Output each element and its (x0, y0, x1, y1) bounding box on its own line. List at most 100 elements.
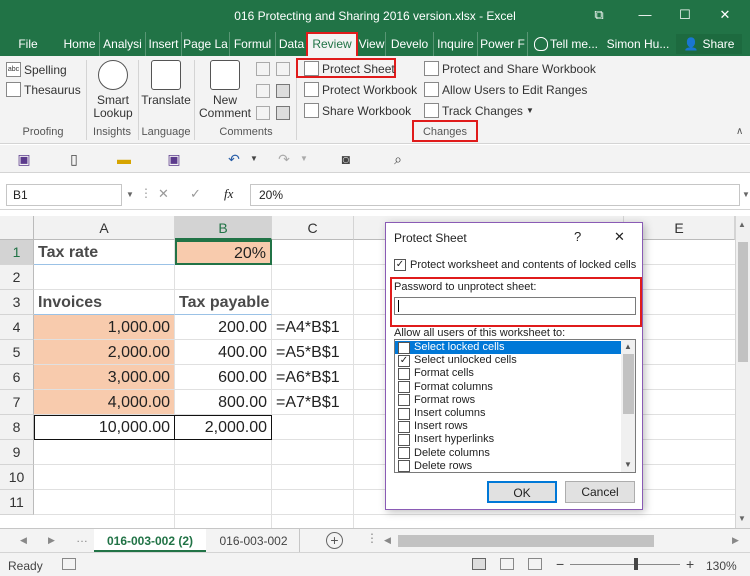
ribbon-display-options-icon[interactable]: ⧉ (588, 4, 610, 26)
checkbox-icon[interactable] (398, 394, 410, 407)
tab-home[interactable]: Home (60, 32, 100, 56)
next-comment-icon[interactable] (276, 62, 290, 76)
show-comment-icon[interactable] (276, 84, 290, 98)
scroll-thumb[interactable] (738, 242, 748, 362)
previous-comment-icon[interactable] (256, 106, 270, 120)
list-item[interactable]: ✓ Select unlocked cells (395, 354, 621, 367)
hscroll-left-icon[interactable]: ◀ (384, 535, 391, 546)
row-header-2[interactable]: 2 (0, 265, 34, 290)
new-comment-button[interactable]: New Comment (198, 60, 252, 120)
row-header-5[interactable]: 5 (0, 340, 34, 365)
tab-data[interactable]: Data (276, 32, 308, 56)
user-account[interactable]: Simon Hu... (606, 32, 670, 56)
cell-a7[interactable]: 4,000.00 (34, 390, 175, 415)
checkbox-icon[interactable] (398, 460, 410, 472)
ok-button[interactable]: OK (487, 481, 557, 503)
row-header-11[interactable]: 11 (0, 490, 34, 515)
vertical-scrollbar[interactable]: ▲ ▼ (735, 216, 750, 528)
expand-formula-icon[interactable]: ▼ (742, 190, 750, 199)
name-box-dropdown-icon[interactable]: ▼ (126, 190, 134, 199)
zoom-slider-thumb[interactable] (634, 558, 638, 570)
cell-a6[interactable]: 3,000.00 (34, 365, 175, 390)
minimize-button[interactable]: — (634, 4, 656, 26)
sheet-tab-active[interactable]: 016-003-002 (2) (94, 529, 206, 553)
cell-b1[interactable]: 20% (175, 240, 272, 265)
cancel-button[interactable]: Cancel (565, 481, 635, 503)
cell-a5[interactable]: 2,000.00 (34, 340, 175, 365)
list-item[interactable]: Insert hyperlinks (395, 433, 621, 446)
redo-dropdown-icon[interactable]: ▼ (296, 151, 312, 167)
translate-button[interactable]: Translate (140, 60, 192, 107)
camera-icon[interactable]: ◙ (338, 151, 354, 167)
show-ink-icon[interactable] (276, 106, 290, 120)
cell-c7[interactable]: =A7*B$1 (272, 390, 354, 415)
tab-page-layout[interactable]: Page La (182, 32, 230, 56)
checkbox-checked-icon[interactable]: ✓ (394, 259, 406, 271)
column-header-b[interactable]: B (175, 216, 272, 240)
sheet-tab-other[interactable]: 016-003-002 (208, 529, 300, 553)
hscroll-right-icon[interactable]: ▶ (732, 535, 739, 546)
list-item[interactable]: Insert rows (395, 420, 621, 433)
list-item[interactable]: Format cells (395, 367, 621, 380)
tab-developer[interactable]: Develo (386, 32, 434, 56)
row-header-7[interactable]: 7 (0, 390, 34, 415)
maximize-button[interactable]: ☐ (674, 4, 696, 26)
tab-file[interactable]: File (8, 32, 48, 56)
row-header-6[interactable]: 6 (0, 365, 34, 390)
cell-c4[interactable]: =A4*B$1 (272, 315, 354, 340)
row-header-10[interactable]: 10 (0, 465, 34, 490)
row-header-1[interactable]: 1 (0, 240, 34, 265)
share-workbook-button[interactable]: Share Workbook (304, 103, 411, 118)
tab-view[interactable]: View (358, 32, 386, 56)
cell-a3[interactable]: Invoices (34, 290, 175, 315)
more-sheets-icon[interactable]: … (76, 531, 88, 545)
name-box[interactable]: B1 (6, 184, 122, 206)
list-item[interactable]: Delete rows (395, 460, 621, 472)
cell-b4[interactable]: 200.00 (175, 315, 272, 340)
zoom-level[interactable]: 130% (706, 559, 737, 573)
cancel-icon[interactable]: ✕ (158, 186, 169, 202)
zoom-out-icon[interactable]: − (556, 556, 564, 572)
formula-input[interactable]: 20% (250, 184, 740, 206)
scroll-up-icon[interactable]: ▲ (738, 220, 746, 229)
redo-icon[interactable]: ↷ (276, 151, 292, 167)
list-item[interactable]: Insert columns (395, 407, 621, 420)
cell-a4[interactable]: 1,000.00 (34, 315, 175, 340)
open-folder-icon[interactable]: ▬ (116, 151, 132, 167)
edit-comment-icon[interactable] (256, 62, 270, 76)
insert-function-icon[interactable]: fx (224, 186, 233, 202)
protect-sheet-button[interactable]: Protect Sheet (304, 61, 395, 76)
scroll-down-icon[interactable]: ▼ (738, 514, 746, 523)
tell-me-box[interactable]: Tell me... (550, 32, 600, 56)
zoom-in-icon[interactable]: + (686, 556, 694, 572)
list-scroll-thumb[interactable] (623, 354, 634, 414)
checkbox-icon[interactable] (398, 381, 410, 394)
page-layout-view-icon[interactable] (500, 558, 514, 570)
list-item[interactable]: Format rows (395, 394, 621, 407)
tab-split-icon[interactable]: ⋮ (366, 531, 378, 545)
cell-b6[interactable]: 600.00 (175, 365, 272, 390)
password-input[interactable] (394, 297, 636, 315)
checkbox-icon[interactable] (398, 447, 410, 460)
dialog-close-icon[interactable]: ✕ (614, 229, 625, 245)
undo-icon[interactable]: ↶ (226, 151, 242, 167)
spelling-button[interactable]: abc Spelling (6, 62, 67, 77)
tab-inquire[interactable]: Inquire (434, 32, 478, 56)
save-as-icon[interactable]: ▣ (166, 151, 182, 167)
tab-formulas[interactable]: Formul (230, 32, 276, 56)
list-item[interactable]: ✓ Select locked cells (395, 341, 621, 355)
row-header-8[interactable]: 8 (0, 415, 34, 440)
tab-analysis[interactable]: Analysi (100, 32, 146, 56)
checkbox-icon[interactable] (398, 433, 410, 446)
row-header-4[interactable]: 4 (0, 315, 34, 340)
list-scrollbar[interactable]: ▲ ▼ (621, 340, 635, 472)
smart-lookup-button[interactable]: Smart Lookup (90, 60, 136, 120)
cell-c6[interactable]: =A6*B$1 (272, 365, 354, 390)
normal-view-icon[interactable] (472, 558, 486, 570)
list-item[interactable]: Delete columns (395, 447, 621, 460)
cell-b8[interactable]: 2,000.00 (174, 415, 272, 440)
cell-b5[interactable]: 400.00 (175, 340, 272, 365)
prev-sheet-icon[interactable]: ◀ (20, 535, 27, 546)
thesaurus-button[interactable]: Thesaurus (6, 82, 81, 97)
column-header-a[interactable]: A (34, 216, 175, 240)
